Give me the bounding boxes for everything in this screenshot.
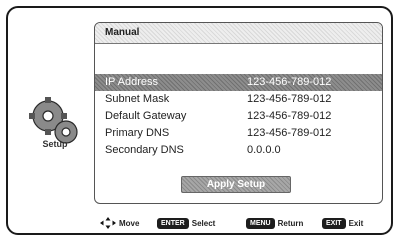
default-gateway-row[interactable]: Default Gateway 123-456-789-012 xyxy=(95,108,382,125)
row-label: IP Address xyxy=(105,76,158,88)
move-label: Move xyxy=(119,218,140,228)
osd-frame: Setup Manual IP Address 123-456-789-012 … xyxy=(6,6,393,235)
primary-dns-row[interactable]: Primary DNS 123-456-789-012 xyxy=(95,125,382,142)
row-value: 123-456-789-012 xyxy=(247,93,332,105)
dpad-arrows-icon xyxy=(100,217,116,229)
row-value: 123-456-789-012 xyxy=(247,76,332,88)
select-label: Select xyxy=(191,218,216,228)
ip-address-row[interactable]: IP Address 123-456-789-012 xyxy=(95,74,382,91)
row-label: Primary DNS xyxy=(105,127,170,139)
row-label: Default Gateway xyxy=(105,110,187,122)
row-value: 123-456-789-012 xyxy=(247,110,332,122)
apply-setup-button[interactable]: Apply Setup xyxy=(181,176,291,193)
menu-key: MENU xyxy=(246,217,275,229)
exit-label: Exit xyxy=(348,218,364,228)
exit-hint: EXIT Exit xyxy=(322,217,363,229)
key-hint-bar: Move ENTER Select MENU Return EXIT Exit xyxy=(100,213,390,233)
subnet-mask-row[interactable]: Subnet Mask 123-456-789-012 xyxy=(95,91,382,108)
enter-key: ENTER xyxy=(157,217,189,229)
settings-list: IP Address 123-456-789-012 Subnet Mask 1… xyxy=(95,74,382,159)
exit-key: EXIT xyxy=(322,217,346,229)
row-value: 123-456-789-012 xyxy=(247,127,332,139)
secondary-dns-row[interactable]: Secondary DNS 0.0.0.0 xyxy=(95,142,382,159)
move-hint: Move xyxy=(100,217,139,229)
manual-settings-panel: Manual IP Address 123-456-789-012 Subnet… xyxy=(94,22,383,204)
row-label: Subnet Mask xyxy=(105,93,170,105)
return-hint: MENU Return xyxy=(246,217,303,229)
panel-title: Manual xyxy=(95,23,382,44)
setup-label: Setup xyxy=(42,139,68,149)
select-hint: ENTER Select xyxy=(157,217,215,229)
row-value: 0.0.0.0 xyxy=(247,144,281,156)
return-label: Return xyxy=(277,218,304,228)
row-label: Secondary DNS xyxy=(105,144,184,156)
